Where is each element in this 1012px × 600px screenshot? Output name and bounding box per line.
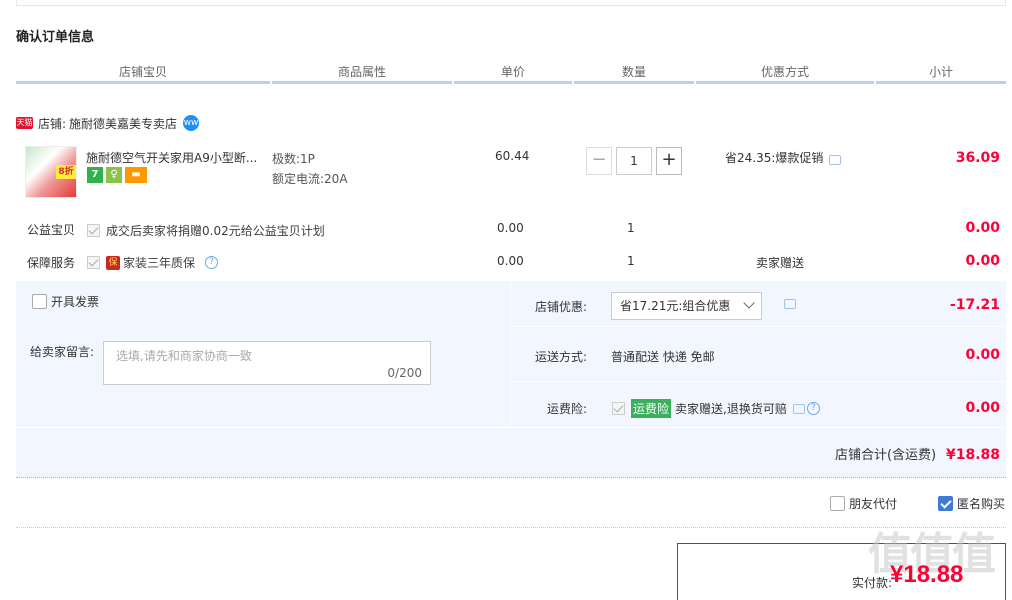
top-container-edge	[16, 0, 1006, 6]
invoice-label: 开具发票	[51, 295, 100, 309]
friend-pay-label: 朋友代付	[849, 497, 898, 511]
friend-pay-option[interactable]: 朋友代付	[830, 495, 897, 512]
warranty-subtotal: 0.00	[965, 253, 1000, 269]
quantity-stepper: − 1 +	[586, 147, 682, 175]
divider	[16, 427, 1006, 428]
divider	[16, 527, 1006, 528]
product-unit-price: 60.44	[495, 149, 530, 163]
shop-line: 天猫 店铺: 施耐德美嘉美专卖店 ww	[16, 114, 200, 132]
message-counter: 0/200	[387, 366, 422, 380]
shipping-text: 普通配送 快递 免邮	[611, 350, 715, 364]
anonymous-checkbox[interactable]	[938, 496, 953, 511]
chat-seller-icon[interactable]: ww	[183, 115, 200, 131]
shipping-insurance-text: 卖家赠送,退换货可赔	[675, 402, 787, 416]
warranty-shield-icon: 保	[106, 255, 120, 270]
credit-card-icon[interactable]: ▬	[125, 167, 147, 183]
invoice-option[interactable]: 开具发票	[32, 293, 99, 310]
product-subtotal: 36.09	[955, 150, 1000, 166]
seven-day-return-icon[interactable]: 7	[87, 167, 103, 183]
charity-text: 成交后卖家将捐赠0.02元给公益宝贝计划	[106, 224, 325, 238]
chevron-down-icon	[743, 297, 755, 309]
warranty-row: 保 家装三年质保 ?	[87, 254, 219, 271]
warranty-text: 家装三年质保	[123, 256, 196, 270]
message-label: 给卖家留言:	[30, 345, 95, 359]
shop-name-link[interactable]: 施耐德美嘉美专卖店	[69, 115, 177, 132]
charity-subtotal: 0.00	[965, 220, 1000, 236]
product-image-badge: 8折	[56, 165, 76, 179]
promo-comment-icon[interactable]	[829, 154, 842, 165]
divider	[510, 326, 1006, 327]
shop-total-label: 店铺合计(含运费)	[834, 448, 937, 463]
shop-discount-label: 店铺优惠:	[535, 300, 588, 314]
anonymous-option[interactable]: 匿名购买	[938, 495, 1005, 512]
message-placeholder: 选填,请先和商家协商一致	[116, 349, 252, 363]
shop-label: 店铺:	[38, 116, 67, 131]
product-attr-poles: 极数:1P	[272, 152, 315, 166]
header-promo: 优惠方式	[696, 64, 874, 84]
shipping-insurance-checkbox[interactable]	[612, 402, 625, 415]
product-promo: 省24.35:爆款促销	[725, 149, 842, 166]
warranty-checkbox[interactable]	[87, 256, 100, 269]
payment-label: 实付款:	[852, 576, 893, 590]
header-subtotal: 小计	[876, 64, 1006, 84]
payment-amount: ¥18.88	[890, 561, 964, 588]
invoice-checkbox[interactable]	[32, 294, 47, 309]
qty-plus-button[interactable]: +	[656, 147, 682, 175]
warranty-quantity: 1	[627, 254, 635, 268]
shipping-amount: 0.00	[965, 347, 1000, 363]
shop-total: 店铺合计(含运费) ¥18.88	[760, 444, 1000, 463]
charity-price: 0.00	[497, 221, 524, 235]
charity-quantity: 1	[627, 221, 635, 235]
shop-discount-amount: -17.21	[949, 297, 1000, 313]
product-attr-current: 额定电流:20A	[272, 172, 348, 186]
shipping-label: 运送方式:	[535, 350, 588, 364]
warranty-help-icon[interactable]: ?	[205, 256, 219, 269]
product-promo-text: 省24.35:爆款促销	[725, 151, 824, 165]
anonymous-label: 匿名购买	[957, 497, 1006, 511]
shipping-insurance-tag: 运费险	[631, 399, 672, 418]
divider	[510, 381, 1006, 382]
header-shop-item: 店铺宝贝	[16, 64, 270, 84]
shop-total-amount: ¥18.88	[945, 447, 1000, 463]
shipping-insurance-label: 运费险:	[547, 402, 588, 416]
section-title: 确认订单信息	[16, 30, 95, 45]
discount-comment-icon[interactable]	[784, 299, 796, 309]
header-attributes: 商品属性	[272, 64, 452, 84]
shipping-insurance-amount: 0.00	[965, 400, 1000, 416]
qty-minus-button[interactable]: −	[586, 147, 612, 175]
warranty-label: 保障服务	[27, 256, 76, 270]
shipping-insurance-row: 运费险 卖家赠送,退换货可赔 ?	[612, 399, 820, 418]
tmall-icon: 天猫	[16, 117, 33, 129]
charity-row: 成交后卖家将捐赠0.02元给公益宝贝计划	[87, 222, 325, 239]
shop-discount-selected: 省17.21元:组合优惠	[620, 299, 731, 313]
shop-discount-select[interactable]: 省17.21元:组合优惠	[611, 292, 762, 320]
qty-input[interactable]: 1	[616, 147, 652, 175]
friend-pay-checkbox[interactable]	[830, 496, 845, 511]
charity-checkbox[interactable]	[87, 224, 100, 237]
warranty-promo: 卖家赠送	[756, 256, 805, 270]
header-unit-price: 单价	[454, 64, 572, 84]
insurance-comment-icon[interactable]	[792, 403, 805, 414]
service-icons: 7 ♀ ▬	[87, 167, 147, 183]
product-image[interactable]: 8折	[25, 146, 77, 198]
message-textarea[interactable]: 选填,请先和商家协商一致 0/200	[103, 341, 431, 385]
product-title-link[interactable]: 施耐德空气开关家用A9小型断...	[86, 149, 261, 166]
warranty-price: 0.00	[497, 254, 524, 268]
insurance-help-icon[interactable]: ?	[806, 402, 820, 415]
header-quantity: 数量	[574, 64, 694, 84]
guarantee-icon[interactable]: ♀	[106, 167, 122, 183]
charity-label: 公益宝贝	[27, 223, 76, 237]
